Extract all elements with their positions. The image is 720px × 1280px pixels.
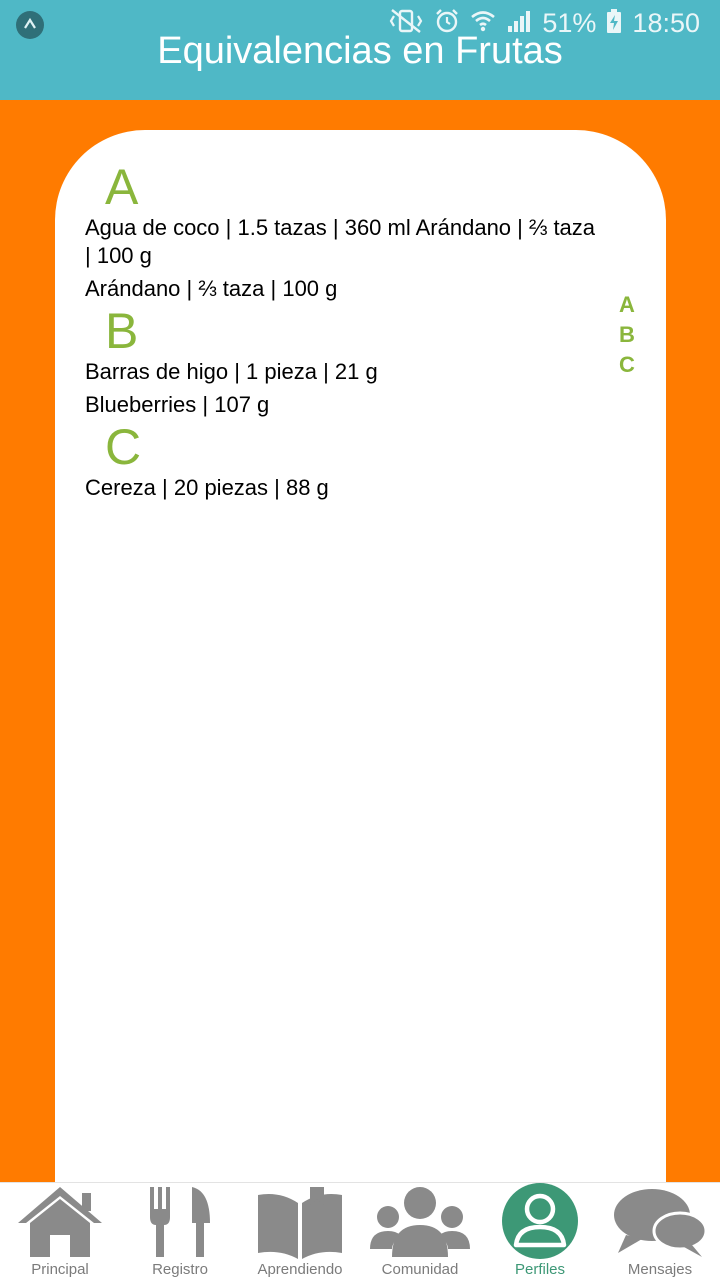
bottom-navigation: Principal Registro Aprendiendo Comunidad…	[0, 1182, 720, 1280]
nav-item-mensajes[interactable]: Mensajes	[600, 1183, 720, 1280]
chat-icon	[600, 1183, 720, 1261]
fruit-list-card[interactable]: A Agua de coco | 1.5 tazas | 360 ml Arán…	[55, 130, 666, 1182]
list-item[interactable]: Agua de coco | 1.5 tazas | 360 ml Aránda…	[85, 214, 605, 270]
index-letter-c[interactable]: C	[615, 350, 639, 380]
nav-label: Comunidad	[381, 1261, 459, 1278]
section-header-a: A	[105, 159, 139, 215]
app-header: 51% 18:50 Equivalencias en Frutas	[0, 0, 720, 100]
list-item[interactable]: Arándano | ⅔ taza | 100 g	[85, 275, 605, 303]
section-header-b: B	[105, 303, 139, 359]
nav-label: Aprendiendo	[257, 1261, 343, 1278]
list-item[interactable]: Barras de higo | 1 pieza | 21 g	[85, 358, 605, 386]
profile-icon	[480, 1183, 600, 1261]
nav-label: Mensajes	[627, 1261, 693, 1278]
alphabet-index[interactable]: A B C	[615, 290, 639, 380]
nav-item-perfiles[interactable]: Perfiles	[480, 1183, 600, 1280]
nav-item-comunidad[interactable]: Comunidad	[360, 1183, 480, 1280]
nav-item-registro[interactable]: Registro	[120, 1183, 240, 1280]
book-icon	[240, 1183, 360, 1261]
index-letter-b[interactable]: B	[615, 320, 639, 350]
nav-label: Perfiles	[514, 1261, 566, 1278]
nav-item-aprendiendo[interactable]: Aprendiendo	[240, 1183, 360, 1280]
fork-knife-icon	[120, 1183, 240, 1261]
nav-label: Registro	[152, 1261, 208, 1278]
section-header-c: C	[105, 419, 142, 475]
nav-item-principal[interactable]: Principal	[0, 1183, 120, 1280]
group-icon	[360, 1183, 480, 1261]
page-title: Equivalencias en Frutas	[157, 30, 563, 72]
list-item[interactable]: Blueberries | 107 g	[85, 391, 605, 419]
list-item[interactable]: Cereza | 20 piezas | 88 g	[85, 474, 605, 502]
nav-label: Principal	[31, 1261, 89, 1278]
index-letter-a[interactable]: A	[615, 290, 639, 320]
home-icon	[0, 1183, 120, 1261]
